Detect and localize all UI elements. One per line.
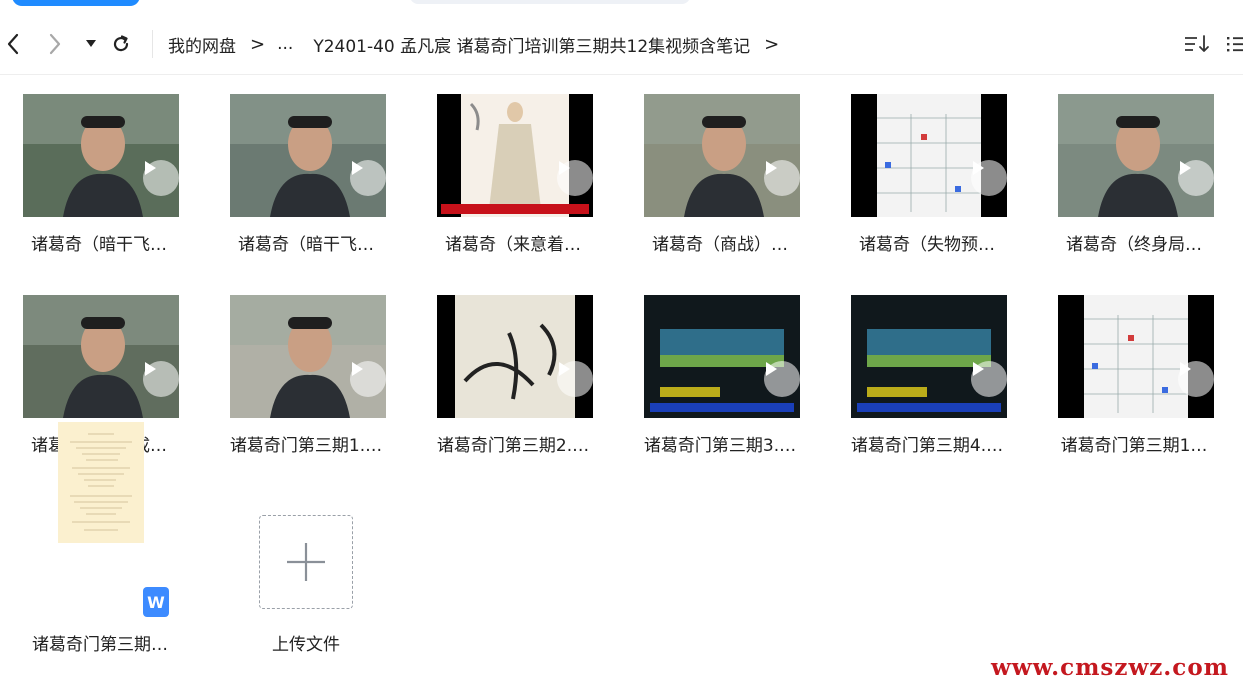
upload-file-label: 上传文件 [272,635,340,655]
person-thumbnail-art [23,295,179,418]
document-page-preview [70,433,132,531]
toolbar: 我的网盘 > ... Y2401-40 孟凡宸 诸葛奇门培训第三期共12集视频含… [0,14,1243,75]
play-icon[interactable] [764,160,800,196]
sort-icon [1185,35,1209,52]
toolbar-divider [152,30,153,58]
play-icon[interactable] [1178,160,1214,196]
video-file-name[interactable]: 诸葛奇门第三期4.… [837,431,1017,456]
upload-button-partial[interactable] [12,0,140,6]
chart-thumbnail-art [851,94,1007,217]
video-file-tile[interactable]: 诸葛奇（失物预… [837,74,1017,255]
video-thumbnail[interactable] [23,94,179,217]
video-thumbnail[interactable] [1058,94,1214,217]
video-file-tile[interactable]: 诸葛奇（商战）… [630,74,810,255]
video-thumbnail[interactable] [644,94,800,217]
video-thumbnail[interactable] [437,94,593,217]
play-icon[interactable] [764,361,800,397]
video-thumbnail[interactable] [23,295,179,418]
video-file-name[interactable]: 诸葛奇门第三期2.… [423,431,603,456]
search-bar-partial[interactable] [410,0,690,4]
play-icon[interactable] [143,361,179,397]
upload-file-button[interactable] [259,515,353,609]
video-thumbnail[interactable] [230,94,386,217]
top-strip [0,0,1243,14]
chevron-left-icon [7,33,19,55]
play-icon[interactable] [143,160,179,196]
back-button[interactable] [0,30,26,58]
video-thumbnail[interactable] [1058,295,1214,418]
person-thumbnail-art [23,94,179,217]
person-thumbnail-art [644,94,800,217]
video-file-tile[interactable]: 诸葛奇门第三期2.… [423,275,603,456]
video-file-name[interactable]: 诸葛奇（来意着… [423,230,603,255]
video-file-name[interactable]: 诸葛奇门第三期1.… [216,431,396,456]
video-file-tile[interactable]: 诸葛奇门第三期1.… [216,275,396,456]
video-thumbnail[interactable] [437,295,593,418]
video-file-tile[interactable]: 诸葛奇（来意着… [423,74,603,255]
video-file-name[interactable]: 诸葛奇（终身局… [1044,230,1224,255]
illustration-thumbnail-art [437,94,593,217]
breadcrumb-current-folder[interactable]: Y2401-40 孟凡宸 诸葛奇门培训第三期共12集视频含笔记 [313,32,750,57]
video-file-name[interactable]: 诸葛奇（暗干飞… [216,230,396,255]
caret-down-icon [86,40,96,47]
video-file-tile[interactable]: 诸葛奇（暗干飞… [9,74,189,255]
video-file-name[interactable]: 诸葛奇（失物预… [837,230,1017,255]
video-file-name[interactable]: 诸葛奇门第三期3.… [630,431,810,456]
person-thumbnail-art [230,295,386,418]
view-mode-button[interactable] [1226,31,1243,57]
video-file-name[interactable]: 诸葛奇（商战）… [630,230,810,255]
site-watermark: www.cmszwz.com [991,654,1229,681]
word-document-icon: W [143,587,169,617]
video-file-tile[interactable]: 诸葛奇门第三期1… [1044,275,1224,456]
plus-icon [287,543,325,581]
document-thumbnail[interactable] [58,422,144,543]
video-file-name[interactable]: 诸葛奇（暗干飞… [9,230,189,255]
video-file-tile[interactable]: 诸葛奇（终身局… [1044,74,1224,255]
video-thumbnail[interactable] [644,295,800,418]
video-thumbnail[interactable] [230,295,386,418]
document-name[interactable]: 诸葛奇门第三期… [14,630,186,655]
play-icon[interactable] [557,361,593,397]
play-icon[interactable] [1178,361,1214,397]
video-file-tile[interactable]: 诸葛奇门第三期4.… [837,275,1017,456]
list-view-icon [1227,37,1243,52]
refresh-button[interactable] [108,30,134,58]
video-thumbnail[interactable] [851,295,1007,418]
play-icon[interactable] [350,160,386,196]
banner-thumbnail-art [851,295,1007,418]
breadcrumb-ellipsis[interactable]: ... [277,34,293,54]
calligraphy-thumbnail-art [437,295,593,418]
video-file-tile[interactable]: 诸葛奇门第三期3.… [630,275,810,456]
video-thumbnail[interactable] [851,94,1007,217]
play-icon[interactable] [971,361,1007,397]
chevron-right-icon [49,33,61,55]
play-icon[interactable] [350,361,386,397]
breadcrumb-separator-icon: > [250,33,266,55]
forward-button[interactable] [42,30,68,58]
refresh-icon [113,35,129,52]
person-thumbnail-art [1058,94,1214,217]
chart-thumbnail-art [1058,295,1214,418]
play-icon[interactable] [557,160,593,196]
video-file-name[interactable]: 诸葛奇门第三期1… [1044,431,1224,456]
breadcrumb: 我的网盘 > ... Y2401-40 孟凡宸 诸葛奇门培训第三期共12集视频含… [168,14,791,74]
breadcrumb-root[interactable]: 我的网盘 [168,32,236,57]
sort-button[interactable] [1184,31,1210,57]
banner-thumbnail-art [644,295,800,418]
person-thumbnail-art [230,94,386,217]
play-icon[interactable] [971,160,1007,196]
history-dropdown-button[interactable] [78,30,104,58]
breadcrumb-separator-icon: > [764,33,780,55]
video-file-tile[interactable]: 诸葛奇（暗干飞… [216,74,396,255]
